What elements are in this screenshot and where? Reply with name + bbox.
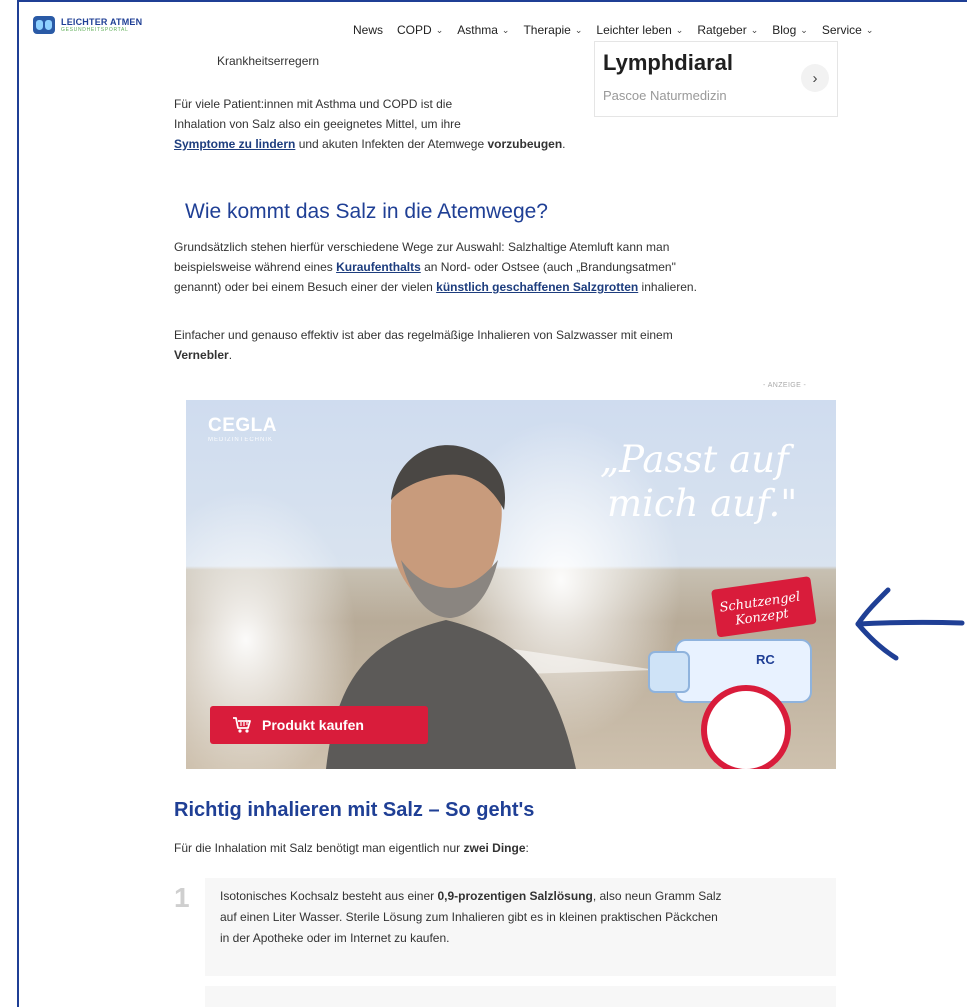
ad-product-vendor: Pascoe Naturmedizin [603, 88, 727, 103]
step-card-2 [205, 986, 836, 1007]
ad-label: - ANZEIGE - [763, 382, 807, 389]
section1-paragraph: Grundsätzlich stehen hierfür verschieden… [174, 240, 697, 294]
section2-paragraph: Für die Inhalation mit Salz benötigt man… [174, 841, 529, 855]
step-number: 1 [174, 882, 190, 913]
device-label: RC [756, 652, 775, 667]
advertisement-banner[interactable]: CEGLA MEDIZINTECHNIK „Passt auf mich auf… [186, 400, 836, 769]
link-salzgrotten[interactable]: künstlich geschaffenen Salzgrotten [436, 280, 638, 294]
intro-paragraph: Für viele Patient:innen mit Asthma und C… [174, 97, 566, 151]
product-buy-button[interactable]: Produkt kaufen [210, 706, 428, 744]
link-symptome-lindern[interactable]: Symptome zu lindern [174, 137, 295, 151]
ad-product-title: Lymphdiaral [603, 50, 733, 75]
article-content: Krankheitserregern Lymphdiaral Pascoe Na… [0, 0, 967, 1007]
section1-paragraph-2: Einfacher und genauso effektiv ist aber … [174, 328, 673, 362]
step-text: Isotonisches Kochsalz besteht aus einer … [220, 889, 722, 945]
link-kuraufenthalts[interactable]: Kuraufenthalts [336, 260, 421, 274]
previous-text-line: Krankheitserregern [217, 54, 320, 68]
section-heading-salz-atemwege: Wie kommt das Salz in die Atemwege? [185, 200, 548, 223]
shopping-cart-icon [233, 717, 251, 733]
chevron-right-icon[interactable]: › [801, 64, 829, 92]
sponsored-product-box[interactable]: Lymphdiaral Pascoe Naturmedizin › [594, 41, 838, 117]
left-arrow-annotation [850, 582, 967, 664]
section-heading-richtig-inhalieren: Richtig inhalieren mit Salz – So geht's [174, 799, 535, 821]
banner-quote: „Passt auf mich auf." [600, 438, 798, 525]
banner-brand-logo: CEGLA MEDIZINTECHNIK [208, 415, 277, 443]
